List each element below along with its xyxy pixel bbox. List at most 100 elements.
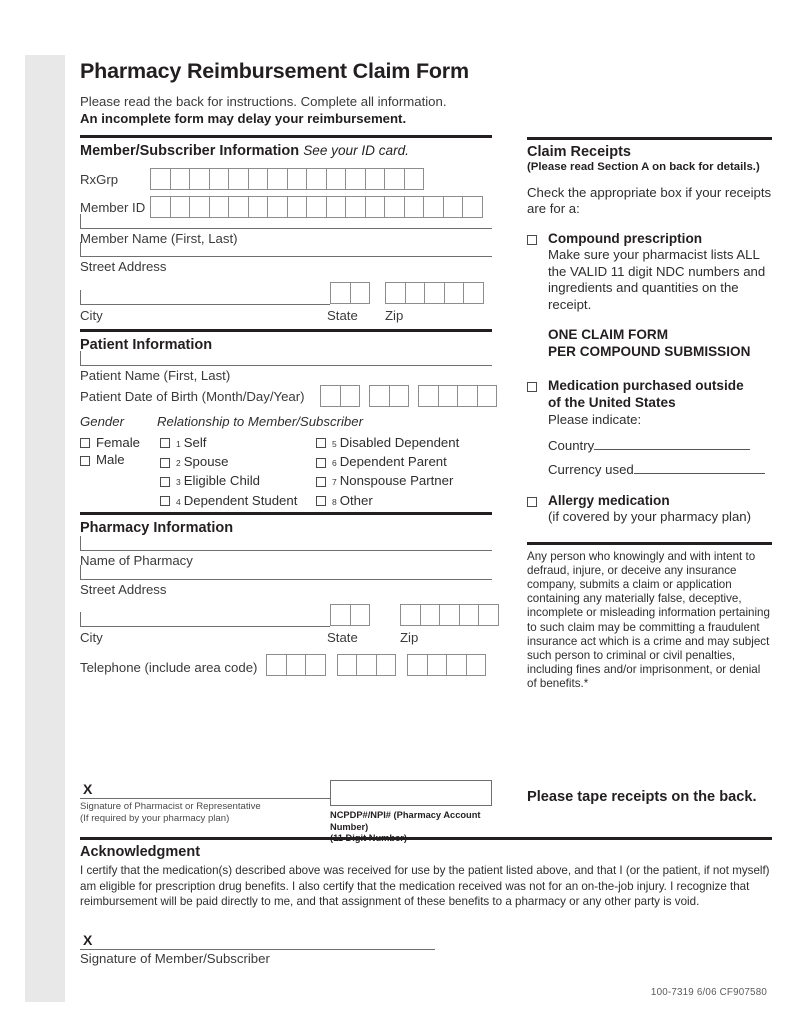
char-cell[interactable] xyxy=(267,168,288,191)
char-cell[interactable] xyxy=(400,604,421,627)
char-cell[interactable] xyxy=(247,168,268,191)
char-cell[interactable] xyxy=(306,168,327,191)
char-cell[interactable] xyxy=(418,384,439,407)
char-cell[interactable] xyxy=(228,168,249,191)
cell-group[interactable] xyxy=(336,654,396,677)
char-cell[interactable] xyxy=(419,604,440,627)
char-cell[interactable] xyxy=(325,196,346,219)
relationship-option-8-checkbox[interactable] xyxy=(316,496,326,507)
char-cell[interactable] xyxy=(169,196,190,219)
patient-name-field[interactable] xyxy=(80,350,492,366)
cell-group[interactable] xyxy=(407,654,486,677)
relationship-option-6-checkbox[interactable] xyxy=(316,457,326,468)
char-cell[interactable] xyxy=(305,654,326,677)
currency-field-row[interactable]: Currency used xyxy=(548,462,772,478)
char-cell[interactable] xyxy=(463,281,484,304)
char-cell[interactable] xyxy=(189,168,210,191)
rxgrp-input[interactable] xyxy=(150,168,424,191)
char-cell[interactable] xyxy=(437,384,458,407)
relationship-option-7[interactable]: 7 Nonspouse Partner xyxy=(316,472,459,491)
member-state-input[interactable] xyxy=(330,281,370,304)
ncpdp-number-input[interactable] xyxy=(330,780,492,806)
checkbox-option-compound[interactable]: Compound prescription Make sure your pha… xyxy=(527,231,772,313)
relationship-option-3[interactable]: 3 Eligible Child xyxy=(160,472,297,491)
char-cell[interactable] xyxy=(266,654,287,677)
country-field-row[interactable]: Country xyxy=(548,438,772,454)
char-cell[interactable] xyxy=(426,654,447,677)
char-cell[interactable] xyxy=(267,196,288,219)
char-cell[interactable] xyxy=(465,654,486,677)
char-cell[interactable] xyxy=(320,384,341,407)
char-cell[interactable] xyxy=(345,168,366,191)
char-cell[interactable] xyxy=(325,168,346,191)
char-cell[interactable] xyxy=(404,281,425,304)
char-cell[interactable] xyxy=(478,604,499,627)
country-input[interactable] xyxy=(594,438,751,450)
char-cell[interactable] xyxy=(285,654,306,677)
char-cell[interactable] xyxy=(369,384,390,407)
relationship-option-8[interactable]: 8 Other xyxy=(316,492,459,511)
char-cell[interactable] xyxy=(286,196,307,219)
relationship-option-7-checkbox[interactable] xyxy=(316,476,326,487)
char-cell[interactable] xyxy=(364,168,385,191)
char-cell[interactable] xyxy=(349,604,370,627)
char-cell[interactable] xyxy=(189,196,210,219)
char-cell[interactable] xyxy=(446,654,467,677)
char-cell[interactable] xyxy=(439,604,460,627)
cell-group[interactable] xyxy=(266,654,326,677)
char-cell[interactable] xyxy=(375,654,396,677)
member-id-input[interactable] xyxy=(150,196,483,219)
char-cell[interactable] xyxy=(228,196,249,219)
pharmacy-street-field[interactable] xyxy=(80,564,492,580)
char-cell[interactable] xyxy=(476,384,497,407)
gender-option-male[interactable]: Male xyxy=(80,451,140,468)
member-city-field[interactable] xyxy=(80,289,330,305)
char-cell[interactable] xyxy=(388,384,409,407)
relationship-option-3-checkbox[interactable] xyxy=(160,476,170,487)
char-cell[interactable] xyxy=(349,281,370,304)
member-street-field[interactable] xyxy=(80,241,492,257)
char-cell[interactable] xyxy=(423,196,444,219)
cell-group[interactable] xyxy=(369,384,409,407)
char-cell[interactable] xyxy=(403,196,424,219)
checkbox-option-allergy[interactable]: Allergy medication (if covered by your p… xyxy=(527,493,772,526)
pharmacy-state-input[interactable] xyxy=(330,604,370,627)
gender-option-male-checkbox[interactable] xyxy=(80,455,90,466)
relationship-option-5[interactable]: 5 Disabled Dependent xyxy=(316,434,459,453)
char-cell[interactable] xyxy=(208,196,229,219)
allergy-medication-checkbox[interactable] xyxy=(527,496,537,507)
char-cell[interactable] xyxy=(462,196,483,219)
char-cell[interactable] xyxy=(306,196,327,219)
char-cell[interactable] xyxy=(458,604,479,627)
cell-group[interactable] xyxy=(418,384,497,407)
char-cell[interactable] xyxy=(339,384,360,407)
pharmacy-name-field[interactable] xyxy=(80,535,492,551)
char-cell[interactable] xyxy=(169,168,190,191)
pharmacy-telephone-input[interactable] xyxy=(266,654,486,677)
char-cell[interactable] xyxy=(356,654,377,677)
pharmacist-signature-line[interactable] xyxy=(80,798,330,799)
char-cell[interactable] xyxy=(208,168,229,191)
gender-option-female-checkbox[interactable] xyxy=(80,438,90,449)
medication-outside-us-checkbox[interactable] xyxy=(527,382,537,393)
char-cell[interactable] xyxy=(457,384,478,407)
pharmacy-city-field[interactable] xyxy=(80,612,330,628)
gender-option-female[interactable]: Female xyxy=(80,434,140,451)
char-cell[interactable] xyxy=(385,281,406,304)
char-cell[interactable] xyxy=(424,281,445,304)
relationship-option-2-checkbox[interactable] xyxy=(160,457,170,468)
relationship-option-4-checkbox[interactable] xyxy=(160,496,170,507)
char-cell[interactable] xyxy=(286,168,307,191)
relationship-option-5-checkbox[interactable] xyxy=(316,438,326,449)
pharmacy-zip-input[interactable] xyxy=(400,604,499,627)
char-cell[interactable] xyxy=(443,281,464,304)
char-cell[interactable] xyxy=(330,604,351,627)
relationship-option-1-checkbox[interactable] xyxy=(160,438,170,449)
char-cell[interactable] xyxy=(407,654,428,677)
relationship-option-4[interactable]: 4 Dependent Student xyxy=(160,492,297,511)
checkbox-option-outside-us[interactable]: Medication purchased outside of the Unit… xyxy=(527,378,772,478)
char-cell[interactable] xyxy=(403,168,424,191)
char-cell[interactable] xyxy=(330,281,351,304)
cell-group[interactable] xyxy=(320,384,360,407)
char-cell[interactable] xyxy=(384,196,405,219)
